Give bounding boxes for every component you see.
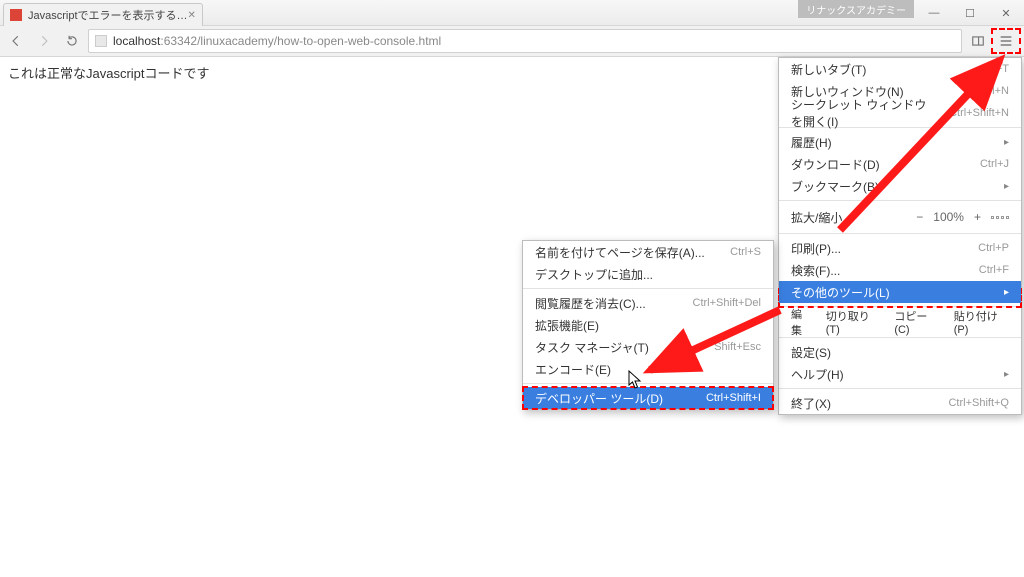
chrome-main-menu: 新しいタブ(T)Ctrl+T 新しいウィンドウ(N)Ctrl+N シークレット … [778,57,1022,415]
app-overlay-label: リナックスアカデミー [798,0,914,18]
menu-history[interactable]: 履歴(H) [779,131,1021,153]
menu-find[interactable]: 検索(F)...Ctrl+F [779,259,1021,281]
url-host: localhost [113,34,160,48]
browser-toolbar: localhost:63342/linuxacademy/how-to-open… [0,26,1024,57]
submenu-extensions[interactable]: 拡張機能(E) [523,314,773,336]
menu-exit[interactable]: 終了(X)Ctrl+Shift+Q [779,392,1021,414]
menu-settings[interactable]: 設定(S) [779,341,1021,363]
menu-print[interactable]: 印刷(P)...Ctrl+P [779,237,1021,259]
zoom-label: 拡大/縮小 [791,209,842,226]
submenu-add-to-desktop[interactable]: デスクトップに追加... [523,263,773,285]
tab-title: Javascriptでエラーを表示する… [28,7,188,23]
fullscreen-button[interactable] [991,216,1009,219]
tab-close-icon[interactable]: ✕ [188,10,196,21]
menu-copy[interactable]: コピー(C) [894,308,939,336]
menu-downloads[interactable]: ダウンロード(D)Ctrl+J [779,153,1021,175]
chrome-more-tools-submenu: 名前を付けてページを保存(A)...Ctrl+S デスクトップに追加... 閲覧… [522,240,774,410]
submenu-clear-browsing[interactable]: 閲覧履歴を消去(C)...Ctrl+Shift+Del [523,292,773,314]
window-titlebar: Javascriptでエラーを表示する… ✕ リナックスアカデミー — ☐ ✕ [0,0,1024,26]
submenu-save-as[interactable]: 名前を付けてページを保存(A)...Ctrl+S [523,241,773,263]
zoom-value: 100% [933,210,964,224]
panel-toggle-icon[interactable] [966,29,990,53]
zoom-out-button[interactable]: − [916,210,923,224]
zoom-in-button[interactable]: + [974,210,981,224]
back-button[interactable] [4,29,28,53]
menu-more-tools[interactable]: その他のツール(L) [779,281,1021,303]
menu-cut[interactable]: 切り取り(T) [826,308,881,336]
menu-edit-label: 編集 [791,306,812,338]
maximize-button[interactable]: ☐ [952,0,988,26]
forward-button[interactable] [32,29,56,53]
reload-button[interactable] [60,29,84,53]
close-window-button[interactable]: ✕ [988,0,1024,26]
submenu-devtools[interactable]: デベロッパー ツール(D)Ctrl+Shift+I [523,387,773,409]
menu-new-tab[interactable]: 新しいタブ(T)Ctrl+T [779,58,1021,80]
menu-incognito[interactable]: シークレット ウィンドウを開く(I)Ctrl+Shift+N [779,102,1021,124]
chrome-menu-button[interactable] [992,29,1020,53]
menu-paste[interactable]: 貼り付け(P) [954,308,1009,336]
url-path: :63342/linuxacademy/how-to-open-web-cons… [160,34,441,48]
browser-tab[interactable]: Javascriptでエラーを表示する… ✕ [3,3,203,26]
file-icon [95,35,107,47]
url-bar[interactable]: localhost:63342/linuxacademy/how-to-open… [88,29,962,53]
submenu-encoding[interactable]: エンコード(E) [523,358,773,380]
menu-zoom-row: 拡大/縮小 − 100% + [779,204,1021,230]
menu-edit-row: 編集 切り取り(T) コピー(C) 貼り付け(P) [779,310,1021,334]
window-controls: — ☐ ✕ [916,0,1024,26]
menu-help[interactable]: ヘルプ(H) [779,363,1021,385]
menu-bookmarks[interactable]: ブックマーク(B) [779,175,1021,197]
tab-favicon [10,9,22,21]
minimize-button[interactable]: — [916,0,952,26]
submenu-task-manager[interactable]: タスク マネージャ(T)Shift+Esc [523,336,773,358]
page-text: これは正常なJavascriptコードです [8,66,210,81]
